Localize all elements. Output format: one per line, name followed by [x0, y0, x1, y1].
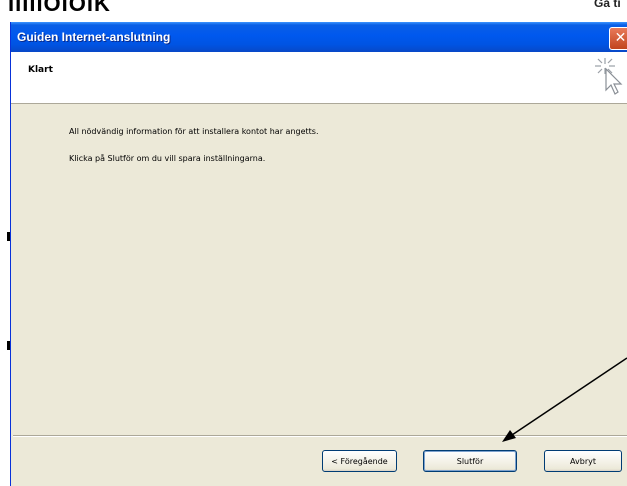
annotation-arrow — [502, 357, 627, 442]
